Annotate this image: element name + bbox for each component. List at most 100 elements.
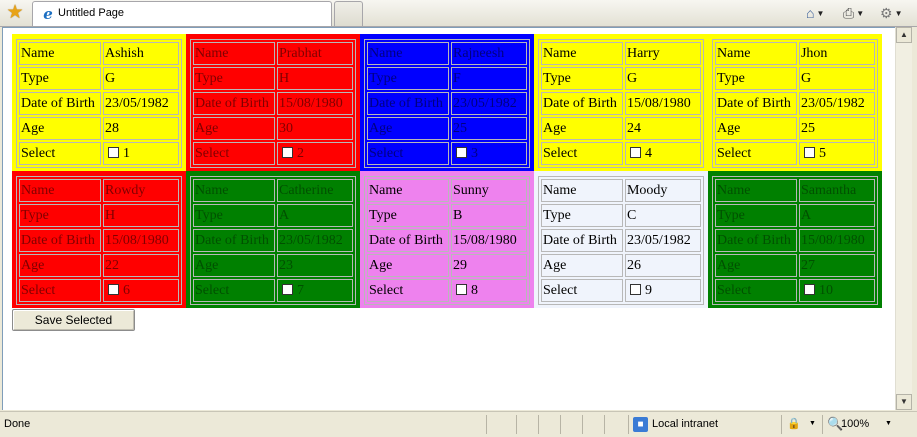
detail-row-type: Type A: [193, 204, 353, 227]
field-label-dob: Date of Birth: [193, 229, 275, 252]
field-label-dob: Date of Birth: [367, 92, 449, 115]
protected-mode-icon[interactable]: 🔒: [787, 417, 801, 430]
field-value-name: Ashish: [102, 42, 179, 65]
select-cell: 1: [102, 142, 179, 165]
select-checkbox[interactable]: [281, 146, 293, 158]
chevron-down-icon[interactable]: ▼: [809, 420, 816, 427]
select-checkbox[interactable]: [455, 146, 467, 158]
field-value-type: H: [276, 67, 353, 90]
field-value-name: Harry: [624, 42, 701, 65]
detail-row-type: Type C: [541, 204, 701, 227]
printer-icon: ⎙: [843, 5, 855, 21]
detail-row-age: Age 25: [367, 117, 527, 140]
card-row: Name Ashish Type G Date of Birth 23/05/1982 Ag…: [12, 34, 884, 171]
field-value-age: 24: [624, 117, 701, 140]
field-label-name: Name: [193, 179, 275, 202]
select-cell: 7: [276, 279, 353, 302]
field-label-type: Type: [367, 67, 449, 90]
print-button[interactable]: ⎙ ▼: [843, 3, 864, 23]
field-label-age: Age: [193, 254, 275, 277]
detail-row-age: Age 24: [541, 117, 701, 140]
detail-row-select: Select 10: [715, 279, 875, 302]
detail-row-type: Type G: [541, 67, 701, 90]
select-number: 10: [818, 282, 833, 298]
person-details-table: Name Rowdy Type H Date of Birth 15/08/1980 Age…: [16, 176, 182, 305]
detail-row-age: Age 22: [19, 254, 179, 277]
field-value-type: H: [102, 204, 179, 227]
field-label-select: Select: [367, 279, 449, 302]
detail-row-age: Age 29: [367, 254, 527, 277]
select-cell: 5: [798, 142, 875, 165]
field-value-dob: 15/08/1980: [624, 92, 701, 115]
favorites-star-icon[interactable]: ★: [4, 2, 26, 24]
field-value-age: 26: [624, 254, 701, 277]
chevron-down-icon[interactable]: ▼: [885, 420, 892, 427]
intranet-zone-icon: ■: [633, 417, 648, 432]
detail-row-age: Age 23: [193, 254, 353, 277]
select-checkbox[interactable]: [629, 283, 641, 295]
field-value-type: B: [450, 204, 527, 227]
vertical-scrollbar[interactable]: ▲ ▼: [895, 27, 912, 410]
detail-row-select: Select 3: [367, 142, 527, 165]
field-value-age: 30: [276, 117, 353, 140]
scroll-down-arrow-icon[interactable]: ▼: [896, 394, 912, 410]
detail-row-select: Select 2: [193, 142, 353, 165]
home-button[interactable]: ⌂ ▼: [806, 3, 824, 23]
person-card: Name Samantha Type A Date of Birth 15/08/1980…: [708, 171, 882, 308]
field-label-select: Select: [541, 142, 623, 165]
select-number: 8: [470, 282, 478, 298]
field-label-type: Type: [541, 67, 623, 90]
status-divider: [582, 415, 583, 434]
select-checkbox[interactable]: [455, 283, 467, 295]
select-checkbox[interactable]: [107, 146, 119, 158]
status-divider: [560, 415, 561, 434]
field-label-dob: Date of Birth: [19, 229, 101, 252]
field-label-dob: Date of Birth: [19, 92, 101, 115]
detail-row-dob: Date of Birth 15/08/1980: [19, 229, 179, 252]
select-cell: 8: [450, 279, 527, 302]
field-label-type: Type: [19, 67, 101, 90]
person-details-table: Name Catherine Type A Date of Birth 23/05/198…: [190, 176, 356, 305]
field-label-select: Select: [541, 279, 623, 302]
field-value-dob: 23/05/1982: [102, 92, 179, 115]
select-number: 4: [644, 145, 652, 161]
select-checkbox[interactable]: [629, 146, 641, 158]
field-value-name: Sunny: [450, 179, 527, 202]
new-tab-button[interactable]: [334, 1, 363, 26]
field-value-age: 28: [102, 117, 179, 140]
zoom-level[interactable]: 100%: [841, 418, 869, 430]
detail-row-age: Age 28: [19, 117, 179, 140]
person-card: Name Sunny Type B Date of Birth 15/08/1980 Age…: [360, 171, 534, 308]
select-cell: 9: [624, 279, 701, 302]
person-card: Name Rowdy Type H Date of Birth 15/08/1980 Age…: [12, 171, 186, 308]
field-label-type: Type: [193, 67, 275, 90]
field-value-type: A: [276, 204, 353, 227]
detail-row-dob: Date of Birth 23/05/1982: [193, 229, 353, 252]
field-value-type: G: [102, 67, 179, 90]
field-label-select: Select: [715, 279, 797, 302]
field-value-type: F: [450, 67, 527, 90]
field-label-select: Select: [193, 142, 275, 165]
detail-row-select: Select 9: [541, 279, 701, 302]
select-cell: 6: [102, 279, 179, 302]
tools-button[interactable]: ⚙ ▼: [880, 3, 902, 23]
field-value-dob: 15/08/1980: [102, 229, 179, 252]
detail-row-name: Name Moody: [541, 179, 701, 202]
select-checkbox[interactable]: [803, 146, 815, 158]
select-checkbox[interactable]: [107, 283, 119, 295]
field-label-select: Select: [19, 142, 101, 165]
field-label-name: Name: [367, 42, 449, 65]
save-selected-button[interactable]: Save Selected: [12, 309, 135, 331]
tab-untitled-page[interactable]: e Untitled Page: [32, 1, 332, 26]
person-details-table: Name Sunny Type B Date of Birth 15/08/1980 Age…: [364, 176, 530, 305]
select-checkbox[interactable]: [281, 283, 293, 295]
field-value-dob: 15/08/1980: [276, 92, 353, 115]
detail-row-name: Name Prabhat: [193, 42, 353, 65]
scroll-up-arrow-icon[interactable]: ▲: [896, 27, 912, 43]
field-label-select: Select: [367, 142, 449, 165]
select-checkbox[interactable]: [803, 283, 815, 295]
person-card: Name Jhon Type G Date of Birth 23/05/1982 Age 2…: [708, 34, 882, 171]
field-label-age: Age: [367, 254, 449, 277]
select-number: 7: [296, 282, 304, 298]
field-label-age: Age: [715, 254, 797, 277]
